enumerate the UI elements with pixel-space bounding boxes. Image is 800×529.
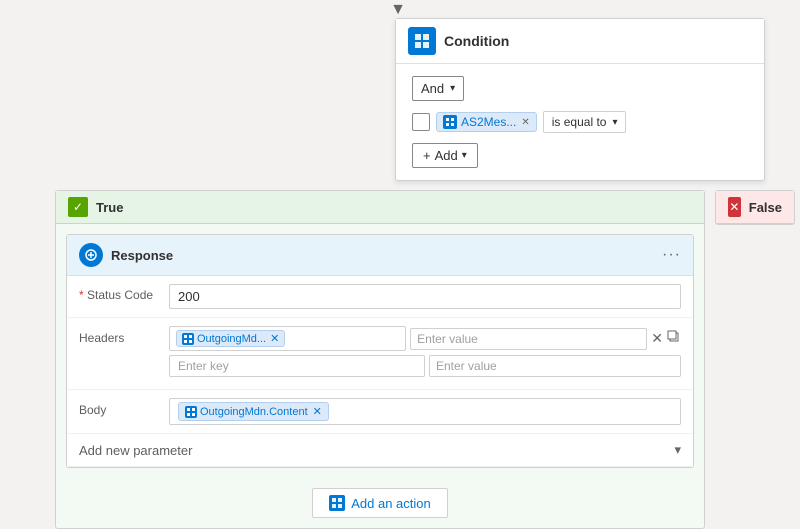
headers-label: Headers	[79, 326, 169, 345]
header-delete-button[interactable]: ✕	[651, 330, 663, 347]
body-pill-close[interactable]: ✕	[313, 405, 322, 418]
headers-row: Headers	[67, 318, 693, 390]
header-key-area[interactable]: OutgoingMd... ✕	[169, 326, 406, 351]
headers-content: OutgoingMd... ✕ Enter value ✕	[169, 326, 681, 381]
is-equal-chevron-icon: ▾	[612, 117, 617, 128]
response-body: * Status Code Headers	[67, 276, 693, 467]
response-icon	[79, 243, 103, 267]
status-code-input[interactable]	[169, 284, 681, 309]
header-pill-label: OutgoingMd...	[197, 333, 266, 345]
and-dropdown[interactable]: And ▾	[412, 76, 464, 101]
header-value-area[interactable]: Enter value	[410, 328, 647, 350]
body-label: Body	[79, 398, 169, 417]
header-copy-button[interactable]	[667, 330, 681, 347]
condition-body: And ▾ AS2Mes... ✕	[396, 64, 764, 180]
condition-header: Condition	[396, 19, 764, 64]
condition-block: Condition And ▾	[395, 18, 765, 181]
true-panel: ✓ True Response ···	[55, 190, 705, 529]
add-button[interactable]: + Add ▾	[412, 143, 478, 168]
header-row-1: OutgoingMd... ✕ Enter value ✕	[169, 326, 681, 351]
enter-key-input[interactable]: Enter key	[169, 355, 425, 377]
condition-title: Condition	[444, 33, 509, 49]
top-down-arrow: ▼	[386, 0, 410, 20]
false-label: False	[749, 200, 782, 215]
false-header: ✕ False	[716, 191, 794, 224]
add-param-chevron-icon[interactable]: ▾	[674, 442, 681, 458]
add-chevron-icon: ▾	[462, 150, 467, 161]
body-pill-label: OutgoingMdn.Content	[200, 406, 308, 418]
header-pill-icon	[182, 333, 194, 345]
true-check-icon: ✓	[68, 197, 88, 217]
header-pill-close[interactable]: ✕	[270, 332, 279, 345]
and-chevron-icon: ▾	[450, 83, 455, 94]
response-more-button[interactable]: ···	[662, 246, 681, 264]
add-action-label: Add an action	[351, 496, 431, 511]
add-param-label: Add new parameter	[79, 443, 674, 458]
header-value-2-area[interactable]: Enter value	[429, 355, 681, 377]
response-header: Response ···	[67, 235, 693, 276]
pill-grid-icon	[443, 115, 457, 129]
condition-checkbox[interactable]	[412, 113, 430, 131]
plus-icon: +	[423, 148, 431, 163]
response-card: Response ··· * Status Code Headers	[66, 234, 694, 468]
status-code-label: * Status Code	[79, 284, 169, 302]
add-action-icon	[329, 495, 345, 511]
body-row: Body OutgoingMdn.Conte	[67, 390, 693, 434]
body-pill-icon	[185, 406, 197, 418]
add-action-button[interactable]: Add an action	[312, 488, 448, 518]
is-equal-to-dropdown[interactable]: is equal to ▾	[543, 111, 627, 133]
true-label: True	[96, 200, 123, 215]
pill-close-button[interactable]: ✕	[521, 117, 529, 128]
condition-icon	[408, 27, 436, 55]
status-code-row: * Status Code	[67, 276, 693, 318]
header-row-2: Enter key Enter value	[169, 355, 681, 377]
add-action-container: Add an action	[56, 478, 704, 528]
false-panel: ✕ False	[715, 190, 795, 225]
add-param-row[interactable]: Add new parameter ▾	[67, 434, 693, 467]
response-title: Response	[111, 248, 662, 263]
condition-pill[interactable]: AS2Mes... ✕	[436, 112, 537, 132]
true-header: ✓ True	[56, 191, 704, 224]
condition-row: AS2Mes... ✕ is equal to ▾	[412, 111, 748, 133]
canvas: ▼ Condition And ▾	[0, 0, 800, 500]
false-x-icon: ✕	[728, 197, 741, 217]
body-pill-area[interactable]: OutgoingMdn.Content ✕	[169, 398, 681, 425]
